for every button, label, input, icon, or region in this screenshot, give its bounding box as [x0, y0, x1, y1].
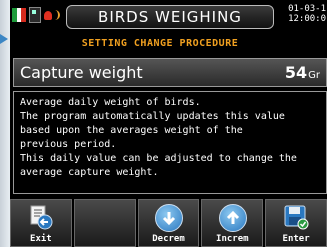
empty-button[interactable]	[73, 199, 136, 247]
date-text: 01-03-1	[288, 4, 326, 14]
exit-icon	[30, 205, 53, 230]
exit-label: Exit	[30, 234, 52, 244]
alarm-icon	[44, 8, 60, 22]
parameter-unit: Gr	[308, 70, 320, 81]
description-line: Average daily weight of birds.	[20, 97, 201, 108]
flag-icon	[12, 8, 27, 22]
save-icon	[284, 205, 309, 230]
down-arrow-icon	[155, 204, 184, 232]
increment-button[interactable]: Increm	[201, 199, 264, 247]
description-line: This daily value can be adjusted to chan…	[20, 153, 297, 164]
status-icons	[12, 4, 60, 26]
description-line: The program automatically updates this v…	[20, 111, 285, 122]
up-arrow-icon	[219, 204, 248, 232]
decrement-label: Decrem	[152, 234, 185, 244]
description-box: Average daily weight of birds. The progr…	[13, 91, 327, 194]
parameter-value: 54	[284, 63, 308, 82]
hmi-screen: BIRDS WEIGHING 01-03-1 12:00:0 SETTING C…	[10, 0, 327, 247]
parameter-row[interactable]: Capture weight 54Gr	[13, 58, 327, 87]
device-icon	[29, 7, 41, 23]
enter-button[interactable]: Enter	[265, 199, 327, 247]
date-time: 01-03-1 12:00:0	[280, 4, 326, 24]
enter-label: Enter	[282, 234, 310, 244]
description-line: based upon the averages weight of the	[20, 125, 243, 136]
increment-label: Increm	[216, 234, 249, 244]
side-arrow-icon[interactable]	[0, 34, 8, 44]
parameter-value-field[interactable]: 54Gr	[285, 63, 320, 82]
exit-button[interactable]: Exit	[10, 199, 72, 247]
procedure-subtitle: SETTING CHANGE PROCEDURE	[81, 38, 239, 49]
bottom-toolbar: Exit Decrem Increm Enter	[10, 199, 327, 247]
decrement-button[interactable]: Decrem	[137, 199, 200, 247]
time-text: 12:00:0	[288, 14, 326, 24]
description-line: average capture weight.	[20, 167, 159, 178]
parameter-label: Capture weight	[20, 63, 143, 82]
page-title: BIRDS WEIGHING	[66, 5, 274, 29]
description-line: previous period.	[20, 139, 117, 150]
